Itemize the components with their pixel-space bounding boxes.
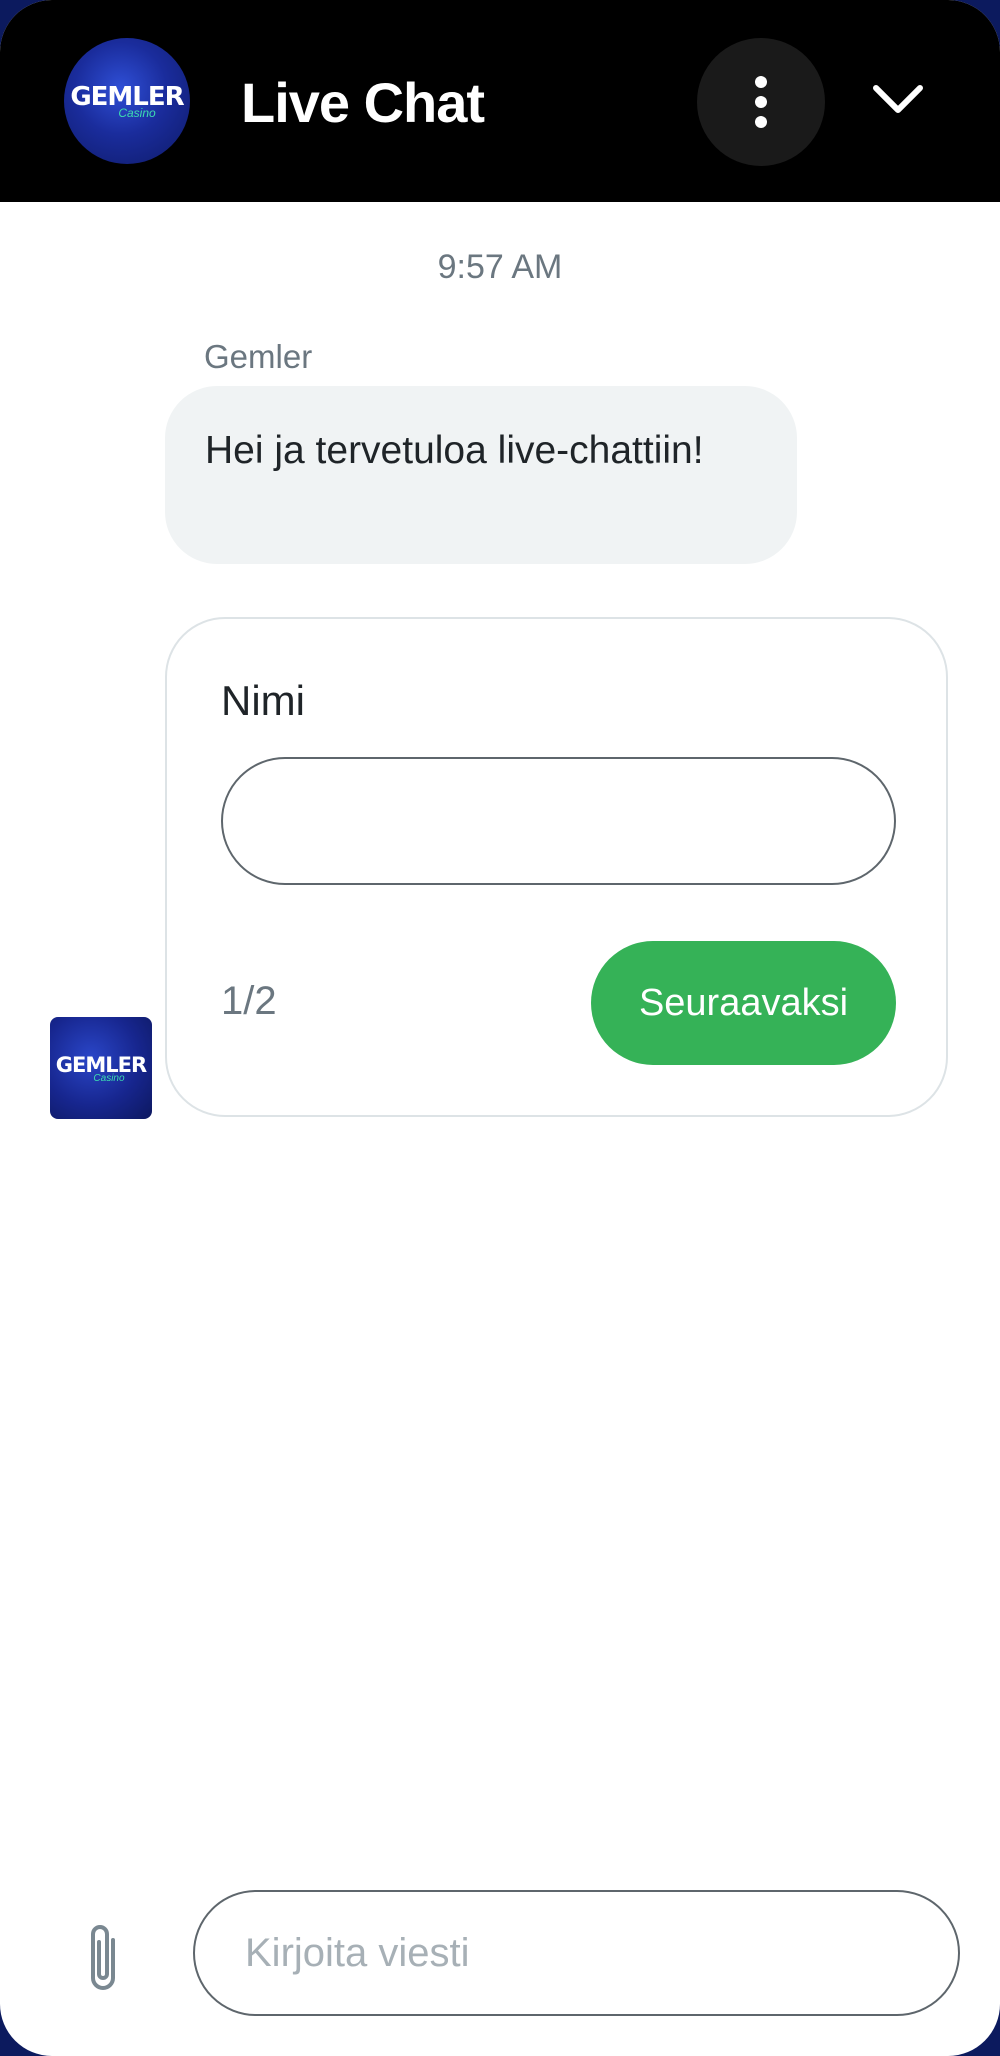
attach-file-button[interactable] — [80, 1918, 126, 1998]
name-field-label: Nimi — [221, 677, 305, 724]
chat-title: Live Chat — [241, 71, 485, 134]
more-options-button[interactable] — [697, 38, 825, 166]
more-vertical-icon — [755, 76, 767, 128]
logo-subtext: Casino — [118, 106, 156, 120]
message-bubble: Hei ja tervetuloa live-chattiin! — [165, 386, 797, 564]
sender-name: Gemler — [204, 338, 313, 375]
message-text: Hei ja tervetuloa live-chattiin! — [205, 429, 704, 472]
message-input[interactable] — [193, 1890, 960, 2016]
form-step-indicator: 1/2 — [221, 979, 277, 1023]
paperclip-icon — [91, 1925, 115, 1990]
chat-widget: GEMLER Casino Live Chat 9:57 AM Gemler H… — [0, 0, 1000, 2056]
agent-avatar: GEMLER Casino — [50, 1017, 152, 1119]
brand-logo: GEMLER Casino — [64, 38, 190, 164]
message-timestamp: 9:57 AM — [437, 248, 563, 286]
chat-header: GEMLER Casino Live Chat — [0, 0, 1000, 202]
prechat-form-card: Nimi 1/2 Seuraavaksi — [165, 617, 948, 1117]
next-button[interactable]: Seuraavaksi — [591, 941, 896, 1065]
name-input[interactable] — [221, 757, 896, 885]
avatar-logo-subtext: Casino — [93, 1072, 125, 1084]
chevron-down-icon — [873, 85, 923, 113]
minimize-chat-button[interactable] — [860, 62, 936, 138]
